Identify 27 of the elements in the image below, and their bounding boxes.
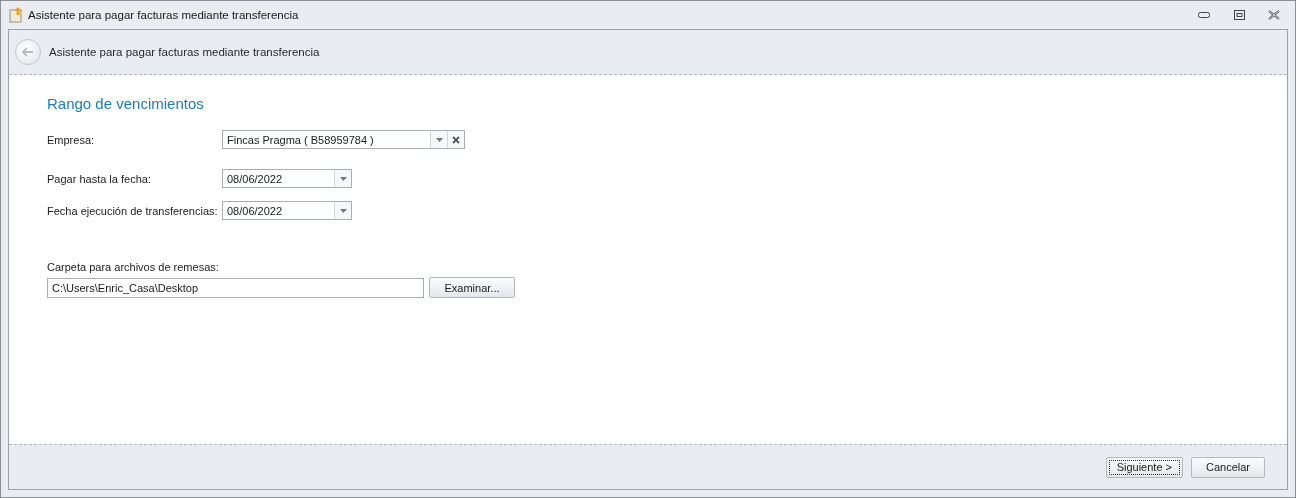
minimize-icon: [1198, 12, 1210, 18]
maximize-icon: [1233, 10, 1245, 20]
dropdown-button[interactable]: [430, 131, 447, 148]
close-icon: [1268, 10, 1280, 20]
cancel-button[interactable]: Cancelar: [1191, 456, 1265, 478]
field-label: Empresa:: [47, 133, 96, 146]
window-title: Asistente para pagar facturas mediante transferencia: [28, 9, 300, 21]
dropdown-button[interactable]: [334, 202, 351, 219]
field-label: Carpeta para archivos de remesas:: [47, 261, 220, 273]
back-arrow-icon: [22, 47, 34, 57]
wizard-title: Asistente para pagar facturas mediante transferencia: [49, 46, 320, 58]
browse-button[interactable]: Examinar...: [429, 277, 515, 298]
section-title: Rango de vencimientos: [47, 95, 205, 112]
field-label: Fecha ejecución de transferencias:: [47, 204, 219, 217]
dropdown-arrow-icon: [435, 137, 443, 142]
clear-icon: [452, 135, 460, 144]
document-icon: [9, 7, 23, 23]
dropdown-button[interactable]: [334, 170, 351, 187]
folder-path-field[interactable]: C:\Users\Enric_Casa\Desktop: [47, 277, 424, 298]
next-button[interactable]: Siguiente >: [1105, 456, 1183, 478]
dropdown-arrow-icon: [339, 176, 347, 181]
date-picker[interactable]: 08/06/2022: [222, 169, 352, 188]
company-combo-box[interactable]: Fincas Pragma ( B58959784 ): [222, 130, 465, 149]
field-label: Pagar hasta la fecha:: [47, 172, 152, 185]
dropdown-arrow-icon: [339, 208, 347, 213]
clear-button[interactable]: [447, 131, 464, 148]
date-picker[interactable]: 08/06/2022: [222, 201, 352, 220]
